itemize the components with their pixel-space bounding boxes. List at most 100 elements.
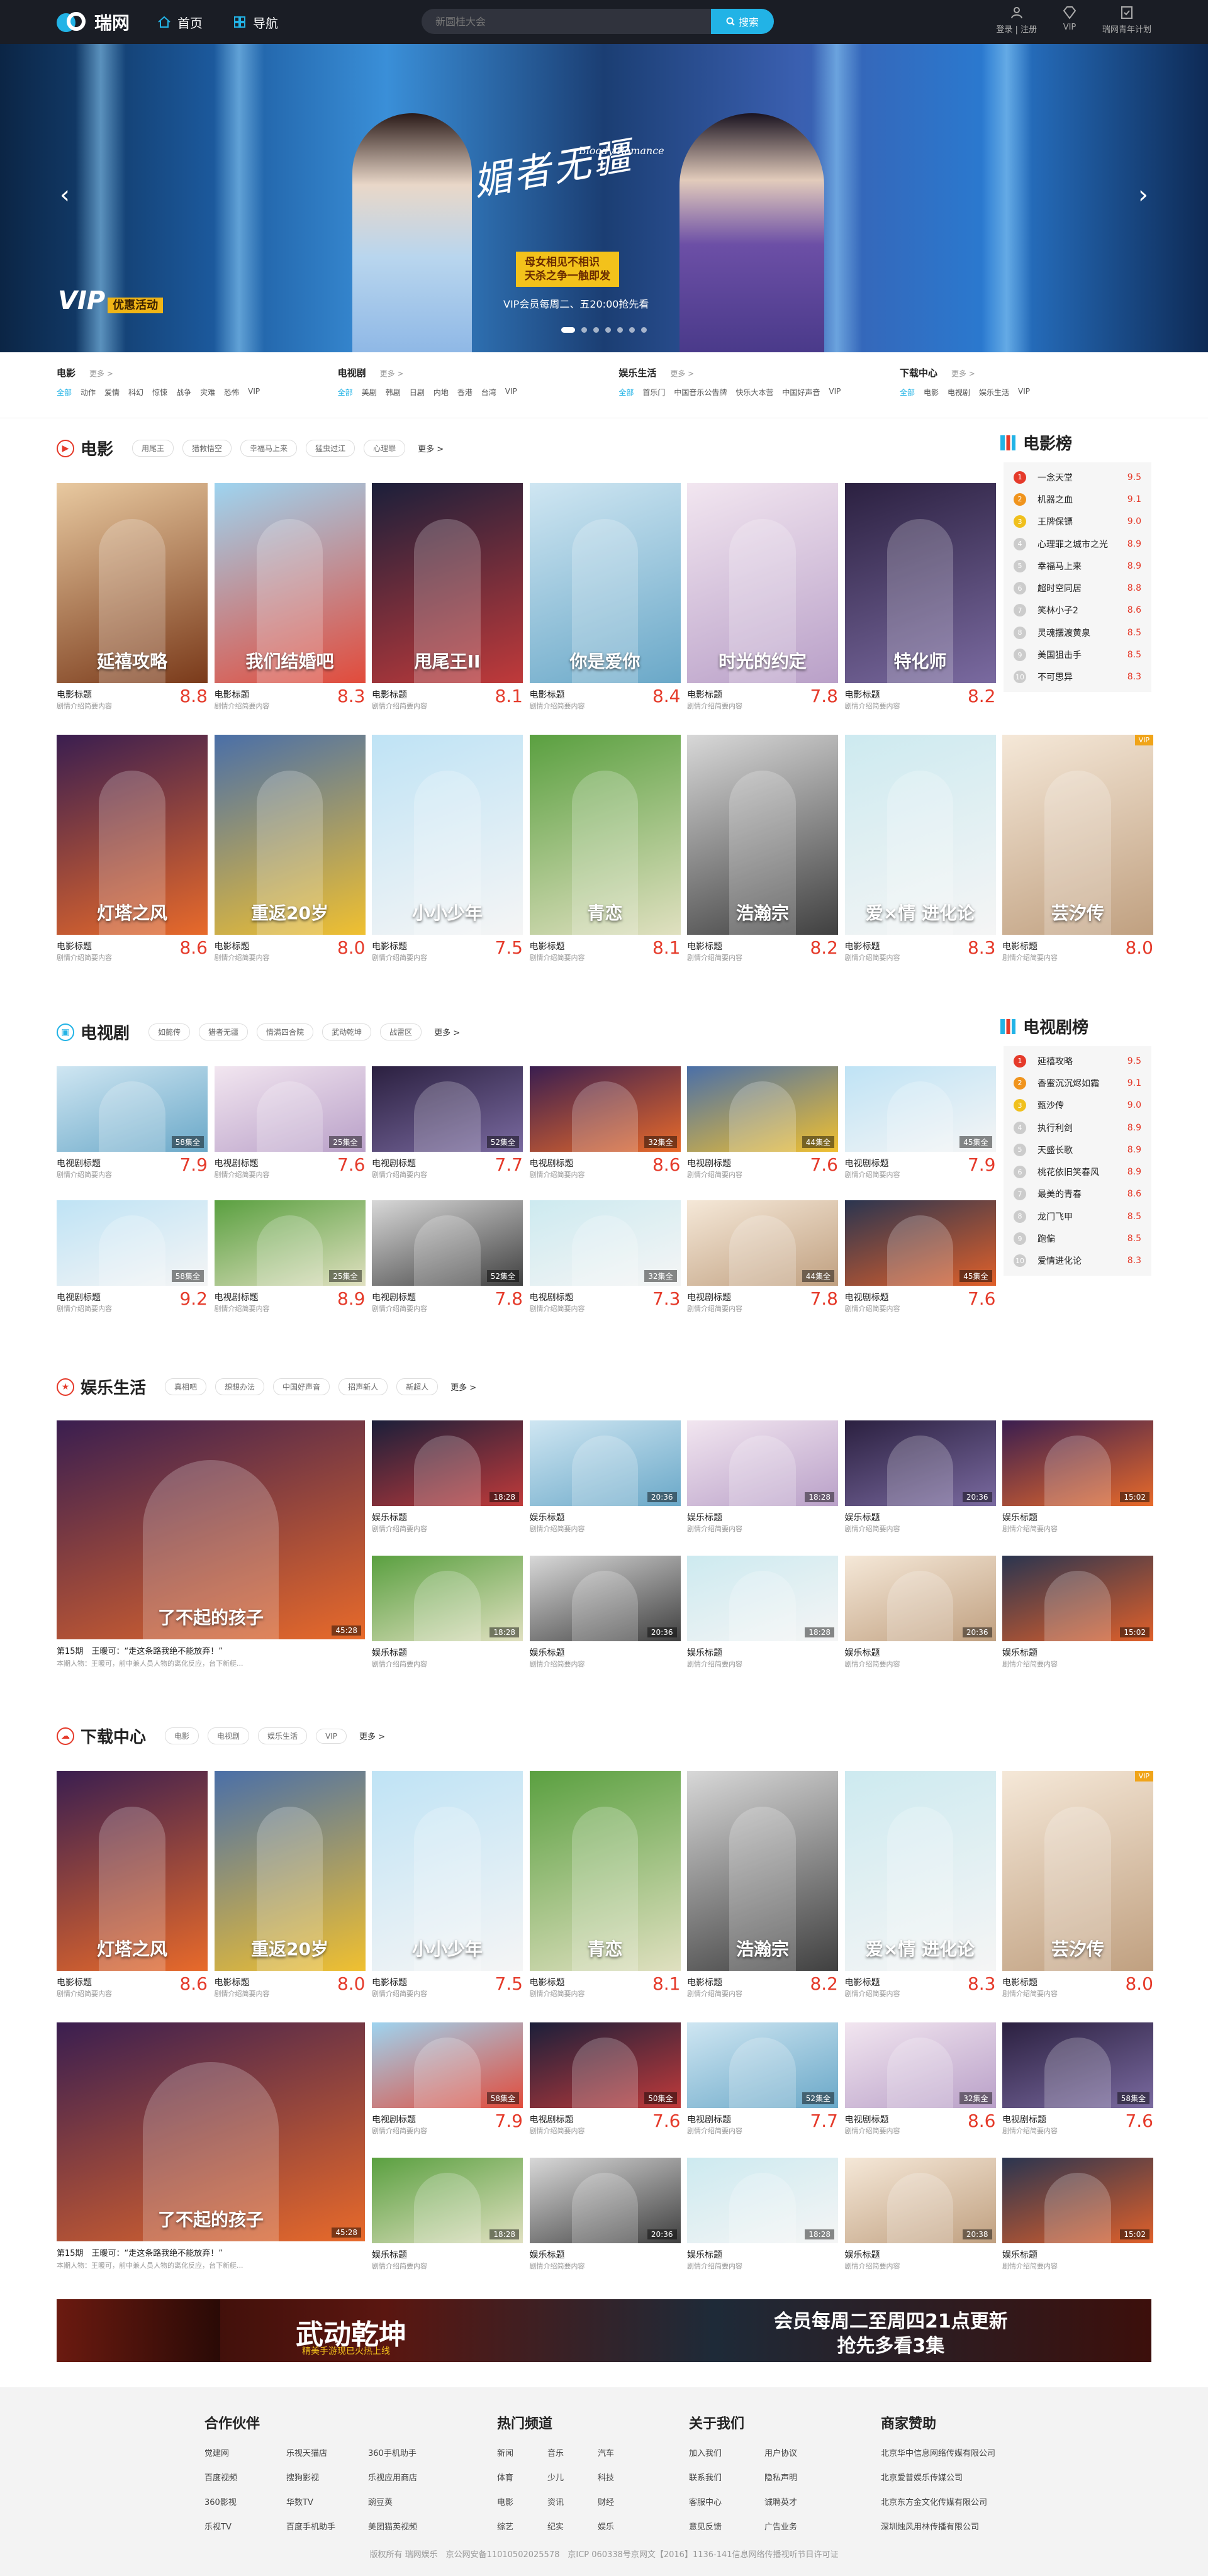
category-link[interactable]: 首乐门 bbox=[642, 387, 665, 398]
media-poster[interactable]: 20:38 bbox=[844, 2158, 996, 2243]
footer-link[interactable]: 资讯 bbox=[547, 2495, 591, 2507]
media-card[interactable]: 32集全 电视剧标题 剧情介绍简要内容 8.6 bbox=[529, 1066, 681, 1185]
media-poster[interactable]: 18:28 bbox=[687, 1556, 838, 1641]
media-title[interactable]: 娱乐标题 bbox=[1002, 2248, 1037, 2261]
media-card[interactable]: 58集全 电视剧标题 剧情介绍简要内容 7.6 bbox=[1002, 2022, 1153, 2141]
footer-link[interactable]: 华数TV bbox=[286, 2495, 362, 2507]
media-title[interactable]: 娱乐标题 bbox=[530, 1646, 565, 1659]
section-title[interactable]: 下载中心 bbox=[81, 1724, 146, 1748]
footer-link[interactable]: 意见反馈 bbox=[689, 2520, 758, 2532]
media-card[interactable]: 重返20岁 电影标题 剧情介绍简要内容 8.0 bbox=[214, 735, 366, 967]
category-title[interactable]: 电影 bbox=[57, 366, 76, 379]
footer-link[interactable]: 深圳烛风用林传播有限公司 bbox=[881, 2520, 1057, 2532]
nav-home[interactable]: 首页 bbox=[157, 13, 203, 31]
category-link[interactable]: 全部 bbox=[900, 387, 915, 398]
footer-link[interactable]: 综艺 bbox=[497, 2520, 541, 2532]
media-card[interactable]: 20:36 娱乐标题 剧情介绍简要内容 bbox=[529, 1556, 681, 1674]
section-more-link[interactable]: 更多 > bbox=[450, 1381, 476, 1393]
section-tag-pill[interactable]: 猎救悟空 bbox=[182, 440, 232, 457]
footer-link[interactable]: 乐视天猫店 bbox=[286, 2446, 362, 2458]
media-card[interactable]: 浩瀚宗 电影标题 剧情介绍简要内容 8.2 bbox=[687, 1771, 838, 2004]
media-title[interactable]: 电视剧标题 bbox=[530, 1291, 574, 1303]
category-link[interactable]: 电影 bbox=[924, 387, 939, 398]
category-link[interactable]: 电视剧 bbox=[948, 387, 970, 398]
featured-title[interactable]: 第15期 王暖可：“走这条路我绝不能放弃！” bbox=[57, 2246, 223, 2258]
media-card[interactable]: 18:28 娱乐标题 剧情介绍简要内容 bbox=[372, 2158, 523, 2276]
media-card[interactable]: 15:02 娱乐标题 剧情介绍简要内容 bbox=[1002, 2158, 1153, 2276]
banner-dot[interactable] bbox=[629, 327, 635, 333]
media-poster[interactable]: 58集全 bbox=[57, 1200, 208, 1286]
media-card[interactable]: 青恋 电影标题 剧情介绍简要内容 8.1 bbox=[529, 1771, 681, 2004]
media-title[interactable]: 电视剧标题 bbox=[845, 1157, 889, 1169]
category-link[interactable]: 全部 bbox=[338, 387, 353, 398]
media-poster[interactable]: 我们结婚吧 bbox=[214, 483, 366, 683]
section-tag-pill[interactable]: 想想办法 bbox=[215, 1378, 265, 1395]
media-poster[interactable]: 灯塔之风 bbox=[57, 1771, 208, 1971]
media-card[interactable]: 52集全 电视剧标题 剧情介绍简要内容 7.8 bbox=[372, 1200, 523, 1319]
media-card[interactable]: 18:28 娱乐标题 剧情介绍简要内容 bbox=[372, 1420, 523, 1539]
category-more-link[interactable]: 更多 > bbox=[380, 368, 404, 379]
media-card[interactable]: 18:28 娱乐标题 剧情介绍简要内容 bbox=[687, 1556, 838, 1674]
media-poster[interactable]: 44集全 bbox=[687, 1066, 838, 1152]
section-tag-pill[interactable]: 幸福马上来 bbox=[240, 440, 298, 457]
media-title[interactable]: 电影标题 bbox=[215, 1976, 250, 1988]
media-poster[interactable]: 45集全 bbox=[844, 1200, 996, 1286]
category-link[interactable]: 娱乐生活 bbox=[979, 387, 1009, 398]
media-card[interactable]: 25集全 电视剧标题 剧情介绍简要内容 7.6 bbox=[214, 1066, 366, 1185]
category-link[interactable]: 灾难 bbox=[200, 387, 215, 398]
rank-title[interactable]: 电视剧榜 bbox=[1023, 1015, 1088, 1038]
media-poster[interactable]: 52集全 bbox=[372, 1066, 523, 1152]
section-tag-pill[interactable]: 情满四合院 bbox=[257, 1023, 314, 1040]
ad-banner[interactable]: 武动乾坤 精美手游现已火热上线 会员每周二至周四21点更新 抢先多看3集 bbox=[57, 2299, 1151, 2362]
media-poster[interactable]: 15:02 bbox=[1002, 1420, 1153, 1506]
footer-link[interactable]: 360手机助手 bbox=[368, 2446, 444, 2458]
category-link[interactable]: VIP bbox=[1018, 387, 1030, 398]
media-poster[interactable]: 15:02 bbox=[1002, 1556, 1153, 1641]
media-poster[interactable]: 小小少年 bbox=[372, 1771, 523, 1971]
category-title[interactable]: 下载中心 bbox=[900, 366, 937, 379]
media-title[interactable]: 娱乐标题 bbox=[845, 1511, 880, 1524]
media-title[interactable]: 电影标题 bbox=[687, 688, 722, 701]
category-link[interactable]: 日剧 bbox=[410, 387, 425, 398]
banner-dot[interactable] bbox=[605, 327, 611, 333]
category-link[interactable]: 全部 bbox=[57, 387, 72, 398]
section-tag-pill[interactable]: 中国好声音 bbox=[273, 1378, 330, 1395]
banner-prev-arrow-icon[interactable]: ‹ bbox=[55, 176, 74, 214]
media-poster[interactable]: 18:28 bbox=[372, 1420, 523, 1506]
section-tag-pill[interactable]: 战雷区 bbox=[380, 1023, 422, 1040]
media-title[interactable]: 电视剧标题 bbox=[372, 1291, 416, 1303]
section-more-link[interactable]: 更多 > bbox=[418, 442, 444, 454]
category-link[interactable]: VIP bbox=[248, 387, 260, 398]
footer-link[interactable]: 体育 bbox=[497, 2471, 541, 2483]
media-poster[interactable]: 重返20岁 bbox=[214, 735, 366, 935]
rank-item[interactable]: 9 美国狙击手 8.5 bbox=[1014, 644, 1141, 666]
site-logo[interactable]: 瑞网 bbox=[57, 8, 130, 36]
media-poster[interactable]: 青恋 bbox=[529, 735, 681, 935]
media-title[interactable]: 电视剧标题 bbox=[57, 1157, 101, 1169]
vip-promo-badge[interactable]: VIP 优惠活动 bbox=[58, 286, 164, 315]
footer-link[interactable]: 财经 bbox=[598, 2495, 642, 2507]
media-card[interactable]: 灯塔之风 电影标题 剧情介绍简要内容 8.6 bbox=[57, 735, 208, 967]
featured-poster[interactable]: 了不起的孩子 45:28 bbox=[57, 2022, 365, 2241]
featured-media-card[interactable]: 了不起的孩子 45:28 第15期 王暖可：“走这条路我绝不能放弃！” 本期人物：王暖… bbox=[57, 2022, 365, 2274]
media-title[interactable]: 电视剧标题 bbox=[530, 1157, 574, 1169]
media-card[interactable]: 45集全 电视剧标题 剧情介绍简要内容 7.6 bbox=[844, 1200, 996, 1319]
media-card[interactable]: 芸汐传 VIP 电影标题 剧情介绍简要内容 8.0 bbox=[1002, 1771, 1153, 2004]
section-tag-pill[interactable]: 心理罪 bbox=[364, 440, 406, 457]
footer-link[interactable]: 新闻 bbox=[497, 2446, 541, 2458]
media-poster[interactable]: 灯塔之风 bbox=[57, 735, 208, 935]
category-more-link[interactable]: 更多 > bbox=[89, 368, 113, 379]
media-title[interactable]: 电视剧标题 bbox=[687, 1291, 731, 1303]
footer-link[interactable]: 北京华中信息网络传媒有限公司 bbox=[881, 2446, 1057, 2458]
section-tag-pill[interactable]: 用尾王 bbox=[132, 440, 174, 457]
media-title[interactable]: 娱乐标题 bbox=[845, 1646, 880, 1659]
footer-link[interactable]: 北京爱普娱乐传媒公司 bbox=[881, 2471, 1057, 2483]
media-title[interactable]: 电影标题 bbox=[687, 1976, 722, 1988]
category-link[interactable]: 惊悚 bbox=[152, 387, 167, 398]
youth-plan[interactable]: 瑞网青年计划 bbox=[1102, 5, 1151, 35]
media-poster[interactable]: 甩尾王II bbox=[372, 483, 523, 683]
media-title[interactable]: 电影标题 bbox=[530, 940, 565, 952]
nav-guide[interactable]: 导航 bbox=[233, 13, 278, 31]
footer-link[interactable]: 美团猫英视频 bbox=[368, 2520, 444, 2532]
footer-link[interactable]: 纪实 bbox=[547, 2520, 591, 2532]
